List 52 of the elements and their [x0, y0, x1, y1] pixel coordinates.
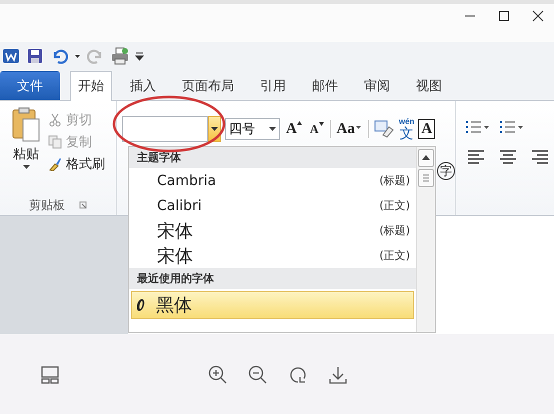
section-heading: 最近使用的字体 — [129, 268, 416, 289]
caret-icon — [296, 120, 302, 126]
ribbon-tab[interactable]: 页面布局 — [174, 71, 242, 100]
scissors-icon — [48, 113, 62, 127]
dialog-launcher-icon[interactable] — [79, 201, 87, 209]
bullets-icon[interactable] — [464, 119, 490, 135]
grow-font-button[interactable]: A — [284, 120, 304, 138]
caret-icon — [318, 122, 324, 126]
file-tab[interactable]: 文件 — [0, 71, 60, 100]
numbering-icon[interactable] — [498, 119, 524, 135]
paintbrush-icon — [48, 157, 62, 171]
font-option[interactable]: 宋体 (正文) — [129, 243, 416, 268]
ribbon-tab[interactable]: 审阅 — [356, 71, 398, 100]
phonetic-guide-button[interactable]: wén 文 — [398, 118, 414, 140]
zoom-in-icon[interactable] — [208, 364, 228, 384]
font-option[interactable]: Calibri (正文) — [129, 193, 416, 218]
close-icon[interactable] — [530, 8, 546, 24]
thumbnails-icon[interactable] — [40, 364, 60, 384]
ribbon-tab[interactable]: 插入 — [122, 71, 164, 100]
scrollbar-thumb-icon[interactable] — [418, 169, 434, 187]
ribbon-tab[interactable]: 视图 — [408, 71, 450, 100]
character-border-button[interactable]: A — [418, 119, 436, 139]
group-label: 剪贴板 — [29, 196, 65, 214]
change-case-button[interactable]: Aa — [334, 120, 364, 138]
caret-icon — [269, 126, 276, 132]
zoom-out-icon[interactable] — [248, 364, 268, 384]
ribbon-tab[interactable]: 引用 — [252, 71, 294, 100]
save-icon[interactable] — [26, 47, 44, 65]
enclose-characters-button[interactable]: 字 — [437, 162, 455, 180]
shrink-font-button[interactable]: A — [308, 122, 326, 136]
font-option[interactable]: Cambria (标题) — [129, 168, 416, 193]
font-size-field[interactable]: 四号 — [225, 118, 280, 140]
ribbon-tab[interactable]: 邮件 — [304, 71, 346, 100]
caret-icon — [211, 126, 218, 132]
rotate-icon[interactable] — [288, 364, 308, 384]
printer-icon[interactable] — [111, 47, 129, 65]
font-option[interactable]: 宋体 (标题) — [129, 218, 416, 243]
ribbon-tab[interactable]: 开始 — [70, 71, 112, 101]
clear-formatting-icon[interactable] — [372, 119, 395, 139]
scroll-up-icon[interactable] — [418, 149, 434, 167]
font-name-field[interactable] — [122, 116, 208, 142]
word-logo-icon[interactable] — [2, 47, 20, 65]
font-option[interactable]: 黑体 — [131, 291, 414, 319]
section-heading: 主题字体 — [129, 147, 416, 168]
download-icon[interactable] — [328, 364, 348, 384]
opentype-icon — [137, 298, 147, 312]
clipboard-command[interactable]: 格式刷 — [48, 155, 105, 173]
maximize-icon[interactable] — [496, 8, 512, 24]
caret-icon — [22, 165, 30, 170]
copy-icon — [48, 135, 62, 149]
clipboard-icon — [11, 107, 41, 143]
paste-button[interactable]: 粘贴 — [4, 107, 48, 195]
